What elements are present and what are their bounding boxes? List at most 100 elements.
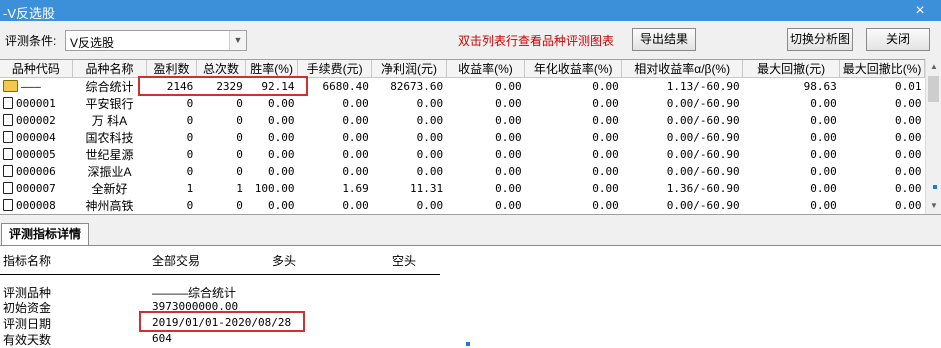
code-text: 000001 xyxy=(16,97,56,110)
cell-ret: 0.00 xyxy=(495,97,522,110)
cell-drawdown: 0.00 xyxy=(810,165,837,178)
table-header: 品种代码 品种名称 盈利数 总次数 胜率(%) 手续费(元) 净利润(元) 收益率(%) 年化收… xyxy=(0,60,925,78)
cell-net: 82673.60 xyxy=(390,80,444,93)
header-metric-name: 指标名称 xyxy=(3,254,52,268)
column-header[interactable]: 相对收益率α/β(%) xyxy=(621,60,744,78)
cell-win-rate: 0.00 xyxy=(267,199,295,212)
column-header[interactable]: 净利润(元) xyxy=(371,60,447,78)
tab-metric-details[interactable]: 评测指标详情 xyxy=(1,223,89,245)
column-header[interactable]: 手续费(元) xyxy=(297,60,373,78)
document-icon xyxy=(3,131,13,143)
document-icon xyxy=(3,199,13,211)
table-row[interactable]: 000005 世纪星源 0 0 0.00 0.00 0.00 0.00 0.00 0.00/-60… xyxy=(0,146,925,163)
header-divider xyxy=(0,274,440,275)
cell-net: 0.00 xyxy=(416,131,444,144)
column-header[interactable]: 收益率(%) xyxy=(446,60,526,78)
cell-relative: 0.00/-60.90 xyxy=(666,97,740,110)
name-cell: 深振业A xyxy=(87,165,132,179)
cell-annual: 0.00 xyxy=(592,165,619,178)
code-cell: 000001 xyxy=(0,95,72,112)
cell-win-rate: 92.14 xyxy=(261,80,295,93)
cell-annual: 0.00 xyxy=(592,131,619,144)
table-row[interactable]: 000008 神州高铁 0 0 0.00 0.00 0.00 0.00 0.00 0.00/-60… xyxy=(0,197,925,214)
cell-relative: 0.00/-60.90 xyxy=(666,165,740,178)
column-header[interactable]: 最大回撤(元) xyxy=(742,60,841,78)
detail-label: 初始资金 xyxy=(3,301,52,315)
name-cell: 国农科技 xyxy=(85,131,134,145)
column-header[interactable]: 品种名称 xyxy=(72,60,148,78)
cell-wins: 0 xyxy=(186,131,194,144)
scroll-up-icon[interactable]: ▲ xyxy=(926,59,941,75)
code-text: 000004 xyxy=(16,131,56,144)
cell-drawdown-ratio: 0.00 xyxy=(895,114,922,127)
close-icon[interactable]: × xyxy=(912,0,928,21)
cell-ret: 0.00 xyxy=(495,148,522,161)
cell-win-rate: 0.00 xyxy=(267,165,295,178)
code-cell: ——— xyxy=(0,78,72,96)
hint-text: 双击列表行查看品种评测图表 xyxy=(458,34,615,48)
table-row[interactable]: 000006 深振业A 0 0 0.00 0.00 0.00 0.00 0.00 0.00/-60… xyxy=(0,163,925,180)
header-short: 空头 xyxy=(392,254,417,268)
cell-total: 0 xyxy=(236,97,243,110)
cell-total: 0 xyxy=(236,165,243,178)
cell-annual: 0.00 xyxy=(592,199,619,212)
table-row[interactable]: 000002 万 科A 0 0 0.00 0.00 0.00 0.00 0.00 0.00/-60… xyxy=(0,112,925,129)
cell-drawdown-ratio: 0.00 xyxy=(895,199,922,212)
close-button[interactable]: 关闭 xyxy=(866,28,930,51)
pane-splitter[interactable] xyxy=(0,214,941,221)
column-header[interactable]: 总次数 xyxy=(196,60,247,78)
cell-total: 2329 xyxy=(216,80,243,93)
cell-fee: 0.00 xyxy=(342,97,369,110)
cell-fee: 0.00 xyxy=(342,165,369,178)
cell-relative: 1.36/-60.90 xyxy=(666,182,740,195)
scroll-down-icon[interactable]: ▼ xyxy=(926,198,941,214)
column-header[interactable]: 品种代码 xyxy=(0,60,73,78)
cell-relative: 0.00/-60.90 xyxy=(666,199,740,212)
document-icon xyxy=(3,97,13,109)
export-button[interactable]: 导出结果 xyxy=(632,28,696,51)
cell-ret: 0.00 xyxy=(495,199,522,212)
cell-ret: 0.00 xyxy=(495,165,522,178)
resize-handle[interactable] xyxy=(933,185,937,189)
cell-wins: 0 xyxy=(186,199,194,212)
name-cell: 世纪星源 xyxy=(85,148,134,162)
document-icon xyxy=(3,114,13,126)
cell-win-rate: 0.00 xyxy=(267,131,295,144)
cell-drawdown: 0.00 xyxy=(810,97,837,110)
column-header[interactable]: 最大回撤比(%) xyxy=(839,60,925,78)
cell-fee: 0.00 xyxy=(342,131,369,144)
name-cell: 神州高铁 xyxy=(85,199,134,213)
switch-chart-button[interactable]: 切换分析图 xyxy=(787,28,853,51)
cell-wins: 0 xyxy=(186,97,194,110)
name-cell: 全新好 xyxy=(91,182,128,196)
cell-win-rate: 0.00 xyxy=(267,97,295,110)
table-row[interactable]: 000004 国农科技 0 0 0.00 0.00 0.00 0.00 0.00 0.00/-60… xyxy=(0,129,925,146)
cell-drawdown-ratio: 0.00 xyxy=(895,97,922,110)
column-header[interactable]: 盈利数 xyxy=(146,60,197,78)
cell-wins: 0 xyxy=(186,148,194,161)
column-header[interactable]: 年化收益率(%) xyxy=(524,60,623,78)
cell-win-rate: 0.00 xyxy=(267,148,295,161)
column-header[interactable]: 胜率(%) xyxy=(245,60,298,78)
vertical-scrollbar[interactable]: ▲ ▼ xyxy=(925,59,941,214)
cell-annual: 0.00 xyxy=(592,80,619,93)
code-text: 000002 xyxy=(16,114,56,127)
result-table: 品种代码 品种名称 盈利数 总次数 胜率(%) 手续费(元) 净利润(元) 收益率(%) 年化收… xyxy=(0,60,925,214)
table-row[interactable]: ——— 综合统计 2146 2329 92.14 6680.40 82673.60 0.00 0… xyxy=(0,78,925,96)
table-row[interactable]: 000001 平安银行 0 0 0.00 0.00 0.00 0.00 0.00 0.00/-60… xyxy=(0,95,925,112)
folder-icon xyxy=(3,80,18,92)
name-cell: 平安银行 xyxy=(85,97,134,111)
scroll-thumb[interactable] xyxy=(928,76,939,102)
condition-select[interactable]: V反选股 ▼ xyxy=(65,30,247,51)
document-icon xyxy=(3,165,13,177)
document-icon xyxy=(3,182,13,194)
cell-fee: 0.00 xyxy=(342,199,369,212)
cell-drawdown: 0.00 xyxy=(810,199,837,212)
title-bar: -V反选股 × xyxy=(0,0,941,21)
toolbar: 评测条件: V反选股 ▼ 双击列表行查看品种评测图表 导出结果 切换分析图 关闭 xyxy=(0,21,941,59)
cell-ret: 0.00 xyxy=(495,182,522,195)
resize-handle[interactable] xyxy=(466,342,470,346)
table-row[interactable]: 000007 全新好 1 1 100.00 1.69 11.31 0.00 0.00 1.36/-… xyxy=(0,180,925,197)
detail-value: 2019/01/01-2020/08/28 xyxy=(152,316,292,329)
chevron-down-icon[interactable]: ▼ xyxy=(229,31,246,50)
